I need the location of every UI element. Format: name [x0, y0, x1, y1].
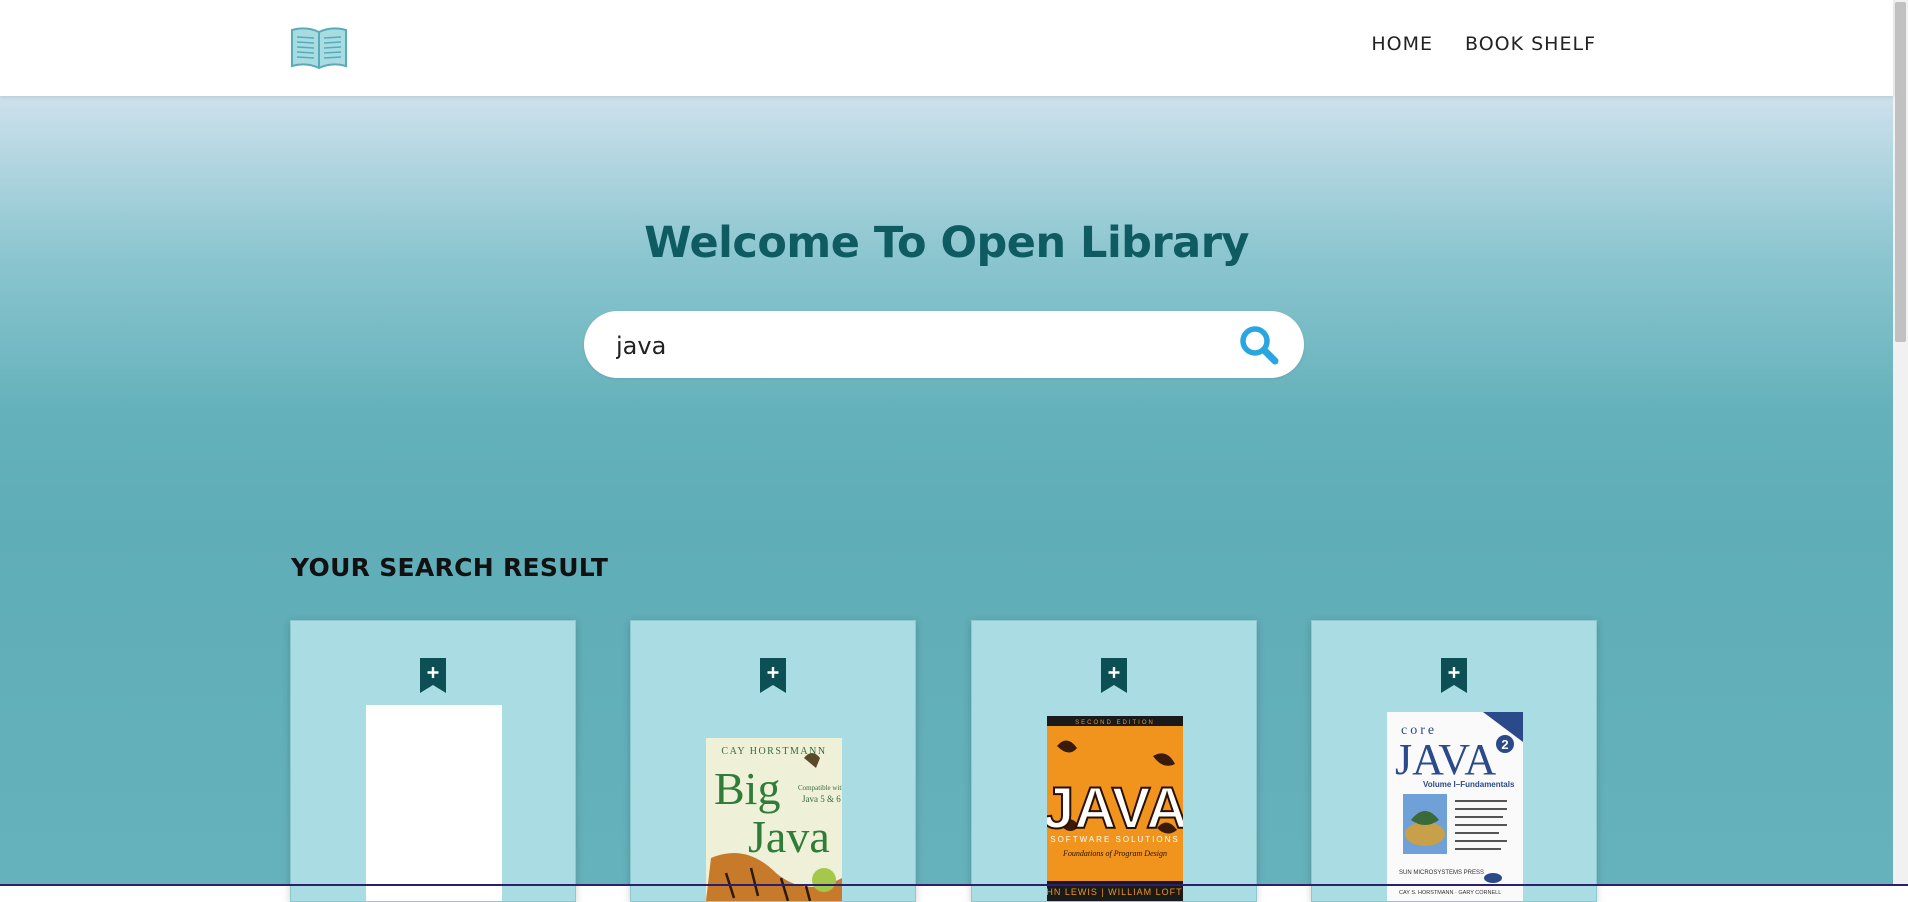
- svg-text:SUN MICROSYSTEMS PRESS: SUN MICROSYSTEMS PRESS: [1399, 870, 1484, 876]
- book-cover-core-java-2: core JAVA 2 Volume I–Fundamentals SUN MI…: [1387, 712, 1523, 901]
- search-result-heading: YOUR SEARCH RESULT: [291, 553, 609, 582]
- search-bar: [584, 311, 1304, 378]
- page-title: Welcome To Open Library: [644, 218, 1249, 268]
- hero-section: [0, 96, 1893, 886]
- svg-text:JOHN LEWIS | WILLIAM LOFTUS: JOHN LEWIS | WILLIAM LOFTUS: [1047, 887, 1183, 897]
- svg-text:2: 2: [1501, 737, 1508, 752]
- top-navbar: HOME BOOK SHELF: [0, 0, 1893, 96]
- nav-home-link[interactable]: HOME: [1371, 33, 1433, 55]
- book-card[interactable]: SECOND EDITION JAVA SOFTWARE SOLUTIONS F…: [971, 620, 1257, 902]
- book-cover-blank: [366, 705, 502, 901]
- search-input[interactable]: [614, 325, 1178, 367]
- search-icon[interactable]: [1238, 324, 1280, 366]
- book-cover-big-java: CAY HORSTMANN Big Java Compatible with J…: [706, 738, 842, 901]
- open-book-icon[interactable]: [289, 24, 349, 72]
- svg-text:SOFTWARE SOLUTIONS: SOFTWARE SOLUTIONS: [1050, 835, 1180, 844]
- svg-text:CAY S. HORSTMANN · GARY CORNEL: CAY S. HORSTMANN · GARY CORNELL: [1399, 890, 1501, 896]
- book-cover-java-software-solutions: SECOND EDITION JAVA SOFTWARE SOLUTIONS F…: [1047, 716, 1183, 901]
- svg-text:Java: Java: [748, 811, 830, 862]
- svg-text:Foundations of Program Design: Foundations of Program Design: [1062, 849, 1167, 858]
- scrollbar-thumb[interactable]: [1895, 2, 1906, 342]
- page-scrollbar[interactable]: [1893, 0, 1908, 886]
- svg-text:Compatible with: Compatible with: [798, 784, 842, 792]
- bookmark-add-icon[interactable]: [760, 658, 786, 693]
- svg-text:SECOND EDITION: SECOND EDITION: [1075, 720, 1155, 726]
- book-card[interactable]: [290, 620, 576, 902]
- bookmark-add-icon[interactable]: [420, 658, 446, 693]
- svg-text:JAVA: JAVA: [1395, 735, 1496, 784]
- bookmark-add-icon[interactable]: [1441, 658, 1467, 693]
- svg-text:Volume I–Fundamentals: Volume I–Fundamentals: [1423, 780, 1515, 789]
- svg-text:Java 5 & 6: Java 5 & 6: [802, 794, 841, 804]
- bookmark-add-icon[interactable]: [1101, 658, 1127, 693]
- nav-links: HOME BOOK SHELF: [1371, 33, 1596, 55]
- svg-text:JAVA: JAVA: [1047, 776, 1183, 841]
- book-card[interactable]: core JAVA 2 Volume I–Fundamentals SUN MI…: [1311, 620, 1597, 902]
- svg-text:Big: Big: [714, 763, 780, 814]
- nav-bookshelf-link[interactable]: BOOK SHELF: [1465, 33, 1596, 55]
- book-card[interactable]: CAY HORSTMANN Big Java Compatible with J…: [630, 620, 916, 902]
